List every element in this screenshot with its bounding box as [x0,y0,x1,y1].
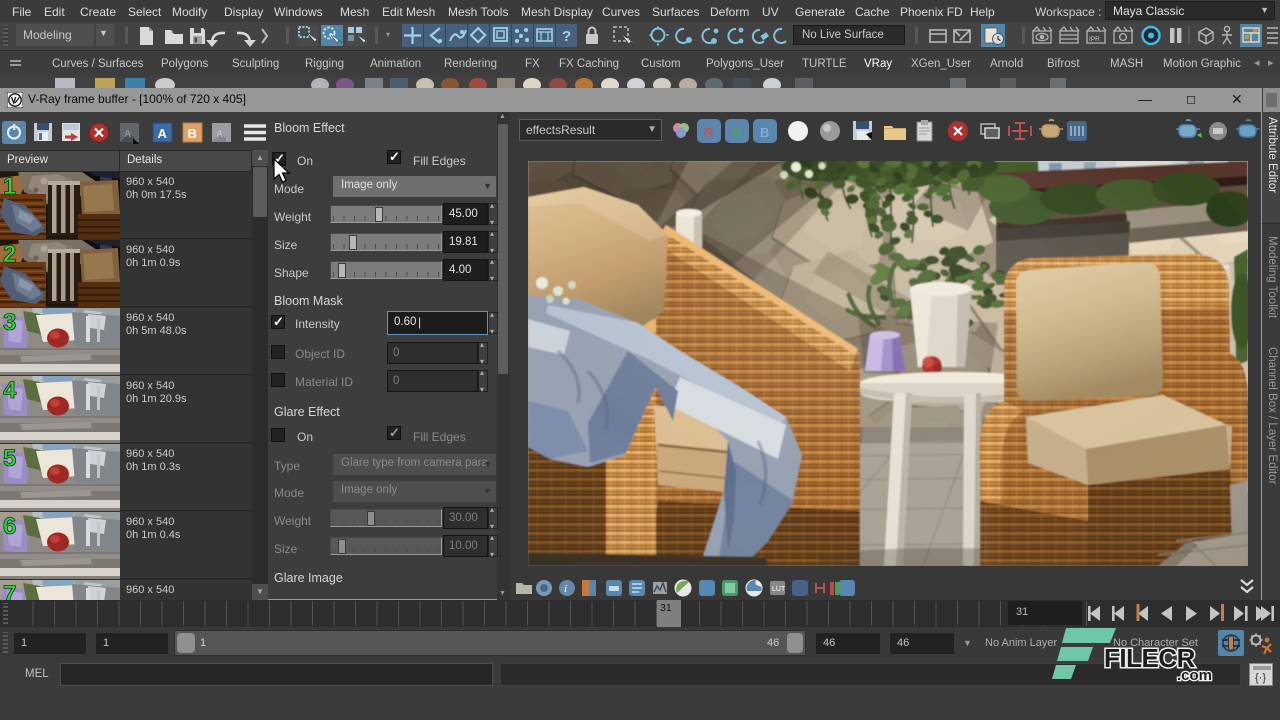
svg-text:LUT: LUT [772,586,786,593]
svg-text:?: ? [562,28,571,45]
svg-text:2: 2 [3,241,16,268]
svg-text:1: 1 [3,173,16,200]
svg-text:3: 3 [3,309,16,336]
svg-text:A: A [158,126,168,141]
svg-text:R: R [704,125,714,140]
svg-text:6: 6 [3,513,16,540]
svg-text:{·}: {·} [1255,672,1266,684]
svg-text:A: A [216,129,223,140]
svg-text:A: A [124,129,131,140]
svg-text:i: i [564,583,567,595]
svg-text:5: 5 [3,445,16,472]
svg-text:7: 7 [3,581,16,600]
svg-text:.com: .com [1177,667,1212,684]
svg-text:IPR: IPR [1089,36,1100,43]
svg-text:4: 4 [3,377,17,404]
svg-text:B: B [760,125,769,140]
svg-text:G: G [732,125,742,140]
svg-text:B: B [188,126,197,141]
